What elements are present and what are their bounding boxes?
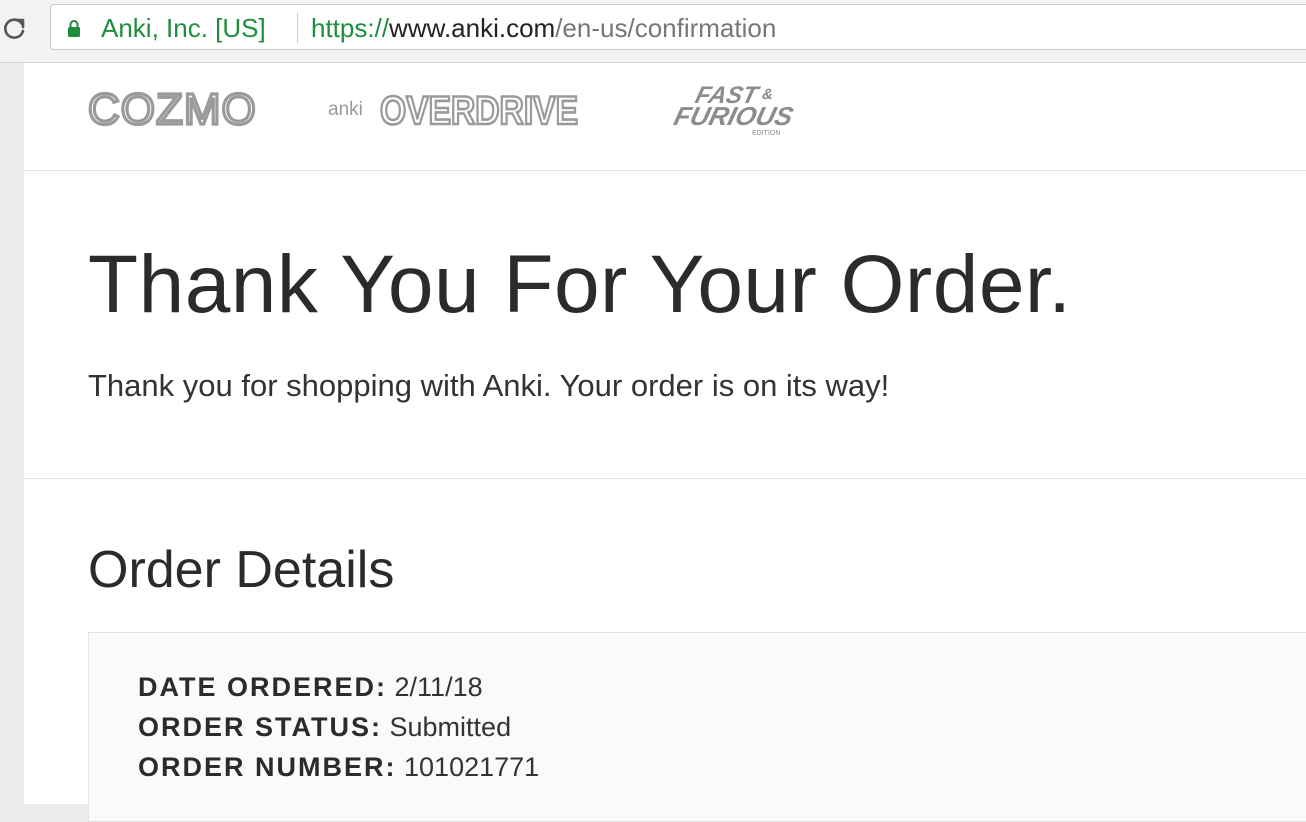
date-ordered-row: DATE ORDERED: 2/11/18 — [138, 669, 483, 705]
order-details-heading: Order Details — [88, 541, 395, 599]
url-host: www.anki.com — [389, 13, 556, 43]
order-number-value: 101021771 — [404, 752, 540, 782]
confirmation-hero: Thank You For Your Order. Thank you for … — [24, 171, 1306, 479]
svg-text:OVERDRIVE: OVERDRIVE — [380, 89, 578, 131]
date-ordered-label: DATE ORDERED: — [138, 672, 388, 702]
browser-toolbar: Anki, Inc. [US] https://www.anki.com/en-… — [0, 0, 1306, 63]
page-content: COZMO anki OVERDRIVE FAST & FURIOUS EDIT… — [24, 63, 1306, 822]
page-title: Thank You For Your Order. — [88, 239, 1072, 330]
url-scheme: https:// — [311, 13, 390, 43]
order-status-label: ORDER STATUS: — [138, 712, 382, 742]
thank-you-message: Thank you for shopping with Anki. Your o… — [88, 368, 890, 403]
reload-icon[interactable] — [0, 14, 30, 44]
url-text[interactable]: https://www.anki.com/en-us/confirmation — [311, 13, 776, 43]
order-number-row: ORDER NUMBER: 101021771 — [138, 749, 539, 785]
svg-text:FURIOUS: FURIOUS — [671, 101, 797, 131]
order-status-value: Submitted — [389, 712, 512, 742]
order-status-row: ORDER STATUS: Submitted — [138, 709, 511, 745]
lock-icon — [68, 20, 80, 37]
url-path: /en-us/confirmation — [555, 13, 777, 43]
order-number-label: ORDER NUMBER: — [138, 752, 397, 782]
svg-text:EDITION: EDITION — [752, 130, 780, 137]
site-identity[interactable]: Anki, Inc. [US] — [101, 13, 266, 43]
date-ordered-value: 2/11/18 — [394, 672, 483, 702]
fast-furious-logo[interactable]: FAST & FURIOUS EDITION — [648, 79, 808, 141]
omnibox-divider — [297, 13, 298, 43]
brand-nav: COZMO anki OVERDRIVE FAST & FURIOUS EDIT… — [24, 63, 1306, 171]
overdrive-logo[interactable]: anki OVERDRIVE — [328, 87, 588, 131]
svg-text:COZMO: COZMO — [88, 87, 257, 131]
order-details-panel: DATE ORDERED: 2/11/18 ORDER STATUS: Subm… — [88, 632, 1306, 822]
svg-text:anki: anki — [328, 99, 363, 120]
address-bar[interactable]: Anki, Inc. [US] https://www.anki.com/en-… — [50, 4, 1306, 50]
cozmo-logo[interactable]: COZMO — [88, 87, 268, 131]
